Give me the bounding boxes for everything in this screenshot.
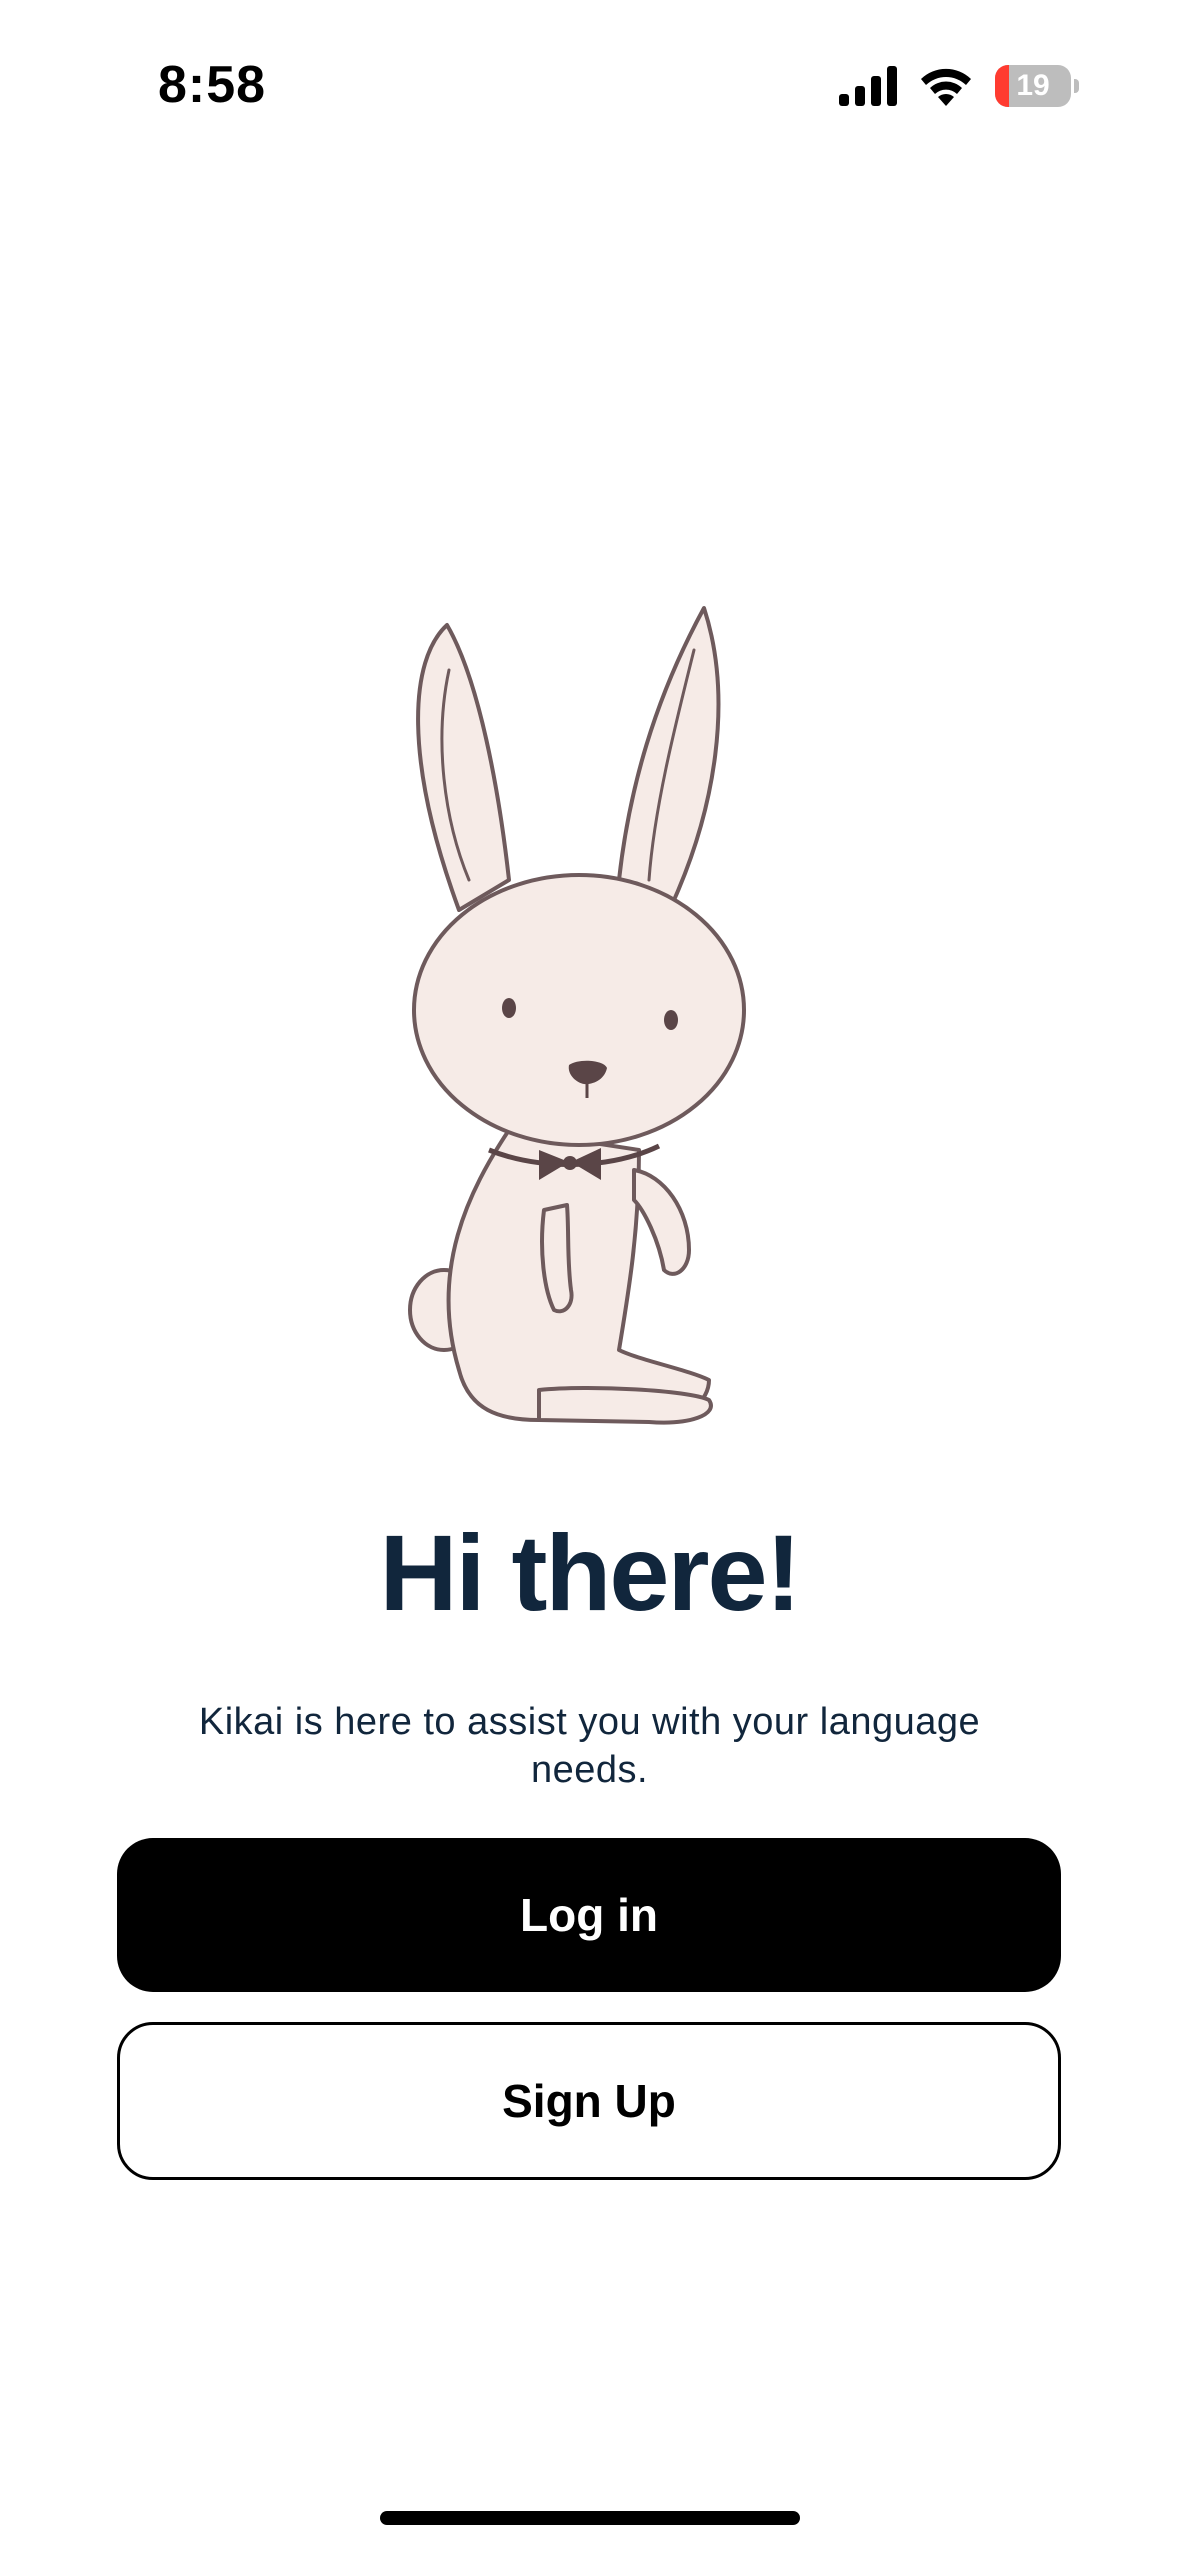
home-indicator[interactable] <box>380 2511 800 2525</box>
battery-charging-icon: 19 <box>995 65 1079 107</box>
status-bar: 8:58 19 <box>0 0 1179 170</box>
login-button[interactable]: Log in <box>117 1838 1061 1992</box>
cellular-signal-icon <box>839 66 897 106</box>
status-icons: 19 <box>839 62 1079 110</box>
bunny-eye-left <box>502 998 516 1018</box>
wifi-icon <box>921 68 971 106</box>
welcome-subtitle: Kikai is here to assist you with your la… <box>198 1701 981 1791</box>
bunny-eye-right <box>664 1010 678 1030</box>
status-time: 8:58 <box>158 56 267 114</box>
battery-percentage: 19 <box>1016 69 1050 102</box>
welcome-title: Hi there! <box>379 1512 801 1633</box>
bunny-illustration <box>408 606 746 1425</box>
signup-button[interactable]: Sign Up <box>117 2022 1061 2180</box>
